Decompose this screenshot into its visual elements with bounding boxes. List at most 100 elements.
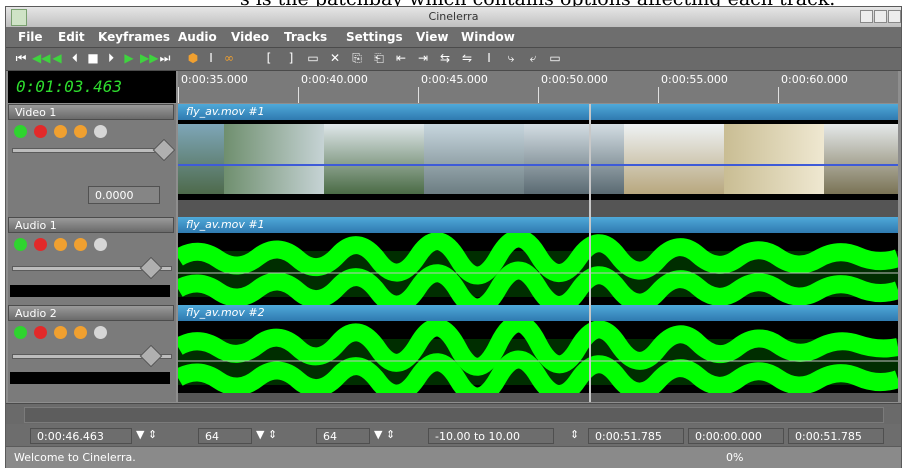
fade-slider-handle[interactable] (152, 138, 176, 162)
draw-media-toggle[interactable] (74, 125, 87, 138)
track-title-audio-2[interactable]: Audio 2 (8, 305, 174, 321)
time-clock: 0:01:03.463 (8, 71, 176, 103)
mute-track-toggle[interactable] (94, 238, 107, 251)
play-icon[interactable]: ▶ (122, 51, 136, 65)
undo-icon[interactable]: ⤷ (504, 51, 518, 66)
ruler-label: 0:00:50.000 (541, 73, 608, 86)
menu-video[interactable]: Video (231, 30, 269, 44)
gang-track-toggle[interactable] (54, 326, 67, 339)
scroll-thumb[interactable] (24, 407, 884, 423)
play-track-toggle[interactable] (14, 125, 27, 138)
clip-title-audio-1[interactable]: fly_av.mov #1 (178, 217, 898, 233)
menu-file[interactable]: File (18, 30, 43, 44)
fade-slider-handle[interactable] (139, 344, 163, 368)
timeline-ruler[interactable]: 0:00:35.000 0:00:40.000 0:00:45.000 0:00… (178, 71, 898, 103)
fast-forward-icon[interactable]: ▶▶ (140, 51, 158, 65)
track-title-video-1[interactable]: Video 1 (8, 104, 174, 120)
mute-track-toggle[interactable] (94, 326, 107, 339)
menu-tracks[interactable]: Tracks (284, 30, 327, 44)
play-track-toggle[interactable] (14, 238, 27, 251)
autos-icon[interactable]: ∞ (222, 51, 236, 65)
jump-end-icon[interactable]: ⏭ (158, 51, 172, 66)
mute-track-toggle[interactable] (94, 125, 107, 138)
audio-waveform-2[interactable] (178, 321, 898, 393)
out-point-icon[interactable]: ] (284, 51, 298, 65)
rewind-start-icon[interactable]: ⏮ (14, 51, 28, 66)
redo-icon[interactable]: ⤶ (526, 51, 540, 66)
status-bar: Welcome to Cinelerra. 0% (6, 446, 901, 468)
label-icon[interactable]: ▭ (306, 51, 320, 65)
selection-start-field[interactable]: 0:00:46.463 (30, 428, 132, 444)
fit-icon[interactable]: ▭ (548, 51, 562, 65)
menu-settings[interactable]: Settings (346, 30, 403, 44)
position-field-3[interactable]: 0:00:51.785 (788, 428, 884, 444)
video-patch-value[interactable]: 0.0000 (88, 186, 160, 204)
fade-slider[interactable] (12, 148, 172, 153)
position-field-1[interactable]: 0:00:51.785 (588, 428, 684, 444)
ibeam2-icon[interactable]: I (482, 51, 496, 65)
cut-icon[interactable]: ✕ (328, 51, 342, 65)
gang-track-toggle[interactable] (54, 125, 67, 138)
menu-keyframes[interactable]: Keyframes (98, 30, 170, 44)
ruler-label: 0:00:35.000 (181, 73, 248, 86)
draw-media-toggle[interactable] (74, 326, 87, 339)
play-track-toggle[interactable] (14, 326, 27, 339)
menu-audio[interactable]: Audio (178, 30, 217, 44)
menu-view[interactable]: View (416, 30, 448, 44)
zoom-samples-field[interactable]: 64 (198, 428, 252, 444)
ruler-label: 0:00:60.000 (781, 73, 848, 86)
fade-slider-handle[interactable] (139, 256, 163, 280)
selection-dropdown-icon[interactable]: ▼ ⇕ (136, 428, 157, 441)
track-meter (10, 372, 170, 384)
audio-waveform-1[interactable] (178, 233, 898, 305)
timeline-canvas[interactable]: fly_av.mov #1 fly_av.mov #1 fly_av.mov #… (178, 104, 898, 402)
menu-edit[interactable]: Edit (58, 30, 85, 44)
frame-back-icon[interactable]: ⏴ (68, 51, 82, 66)
frame-forward-icon[interactable]: ⏵ (104, 51, 118, 66)
record-track-toggle[interactable] (34, 238, 47, 251)
timeline-cursor[interactable] (589, 104, 591, 402)
window-title: Cinelerra (428, 10, 479, 23)
menu-window[interactable]: Window (461, 30, 515, 44)
minimize-button[interactable] (860, 10, 873, 23)
patchbay: Video 1 0.0000 Audio 1 Audio 2 (8, 104, 176, 402)
position-field-2[interactable]: 0:00:00.000 (688, 428, 784, 444)
next-label-icon[interactable]: ⇥ (416, 51, 430, 65)
video-thumbnails[interactable] (178, 120, 898, 200)
clip-title-audio-2[interactable]: fly_av.mov #2 (178, 305, 898, 321)
maximize-button[interactable] (874, 10, 887, 23)
zoom-samples-dropdown-icon[interactable]: ▼ ⇕ (256, 428, 277, 441)
clip-title-video-1[interactable]: fly_av.mov #1 (178, 104, 898, 120)
splice-icon[interactable]: ⇆ (438, 51, 452, 65)
record-track-toggle[interactable] (34, 125, 47, 138)
reverse-play-icon[interactable]: ◀ (50, 51, 64, 65)
track-title-audio-1[interactable]: Audio 1 (8, 217, 174, 233)
timeline-scrollbar[interactable] (6, 403, 901, 424)
zoom-amp-field[interactable]: 64 (316, 428, 370, 444)
transport-toolbar: ⏮ ◀◀ ◀ ⏴ ■ ⏵ ▶ ▶▶ ⏭ ⬢ I ∞ [ ] ▭ ✕ ⎘ ⎗ ⇤ … (6, 48, 901, 71)
gang-track-toggle[interactable] (54, 238, 67, 251)
fast-reverse-icon[interactable]: ◀◀ (32, 51, 50, 65)
ibeam-mode-icon[interactable]: I (204, 51, 218, 65)
copy-icon[interactable]: ⎘ (350, 51, 364, 66)
cinelerra-window: Cinelerra File Edit Keyframes Audio Vide… (5, 6, 902, 468)
menu-bar: File Edit Keyframes Audio Video Tracks S… (6, 27, 901, 48)
status-progress: 0% (726, 451, 744, 464)
amp-range-field[interactable]: -10.00 to 10.00 (428, 428, 554, 444)
amp-range-spin-icon[interactable]: ⇕ (570, 428, 579, 441)
paste-icon[interactable]: ⎗ (372, 51, 386, 66)
status-message: Welcome to Cinelerra. (14, 451, 136, 464)
in-point-icon[interactable]: [ (262, 51, 276, 65)
close-button[interactable] (888, 10, 901, 23)
prev-label-icon[interactable]: ⇤ (394, 51, 408, 65)
track-meter (10, 285, 170, 297)
record-track-toggle[interactable] (34, 326, 47, 339)
arrow-mode-icon[interactable]: ⬢ (186, 51, 200, 65)
title-bar: Cinelerra (6, 7, 901, 27)
overwrite-icon[interactable]: ⇋ (460, 51, 474, 65)
draw-media-toggle[interactable] (74, 238, 87, 251)
stop-icon[interactable]: ■ (86, 51, 100, 65)
zoom-amp-dropdown-icon[interactable]: ▼ ⇕ (374, 428, 395, 441)
bottom-controls: 0:00:46.463 ▼ ⇕ 64 ▼ ⇕ 64 ▼ ⇕ -10.00 to … (6, 424, 901, 446)
ruler-label: 0:00:55.000 (661, 73, 728, 86)
